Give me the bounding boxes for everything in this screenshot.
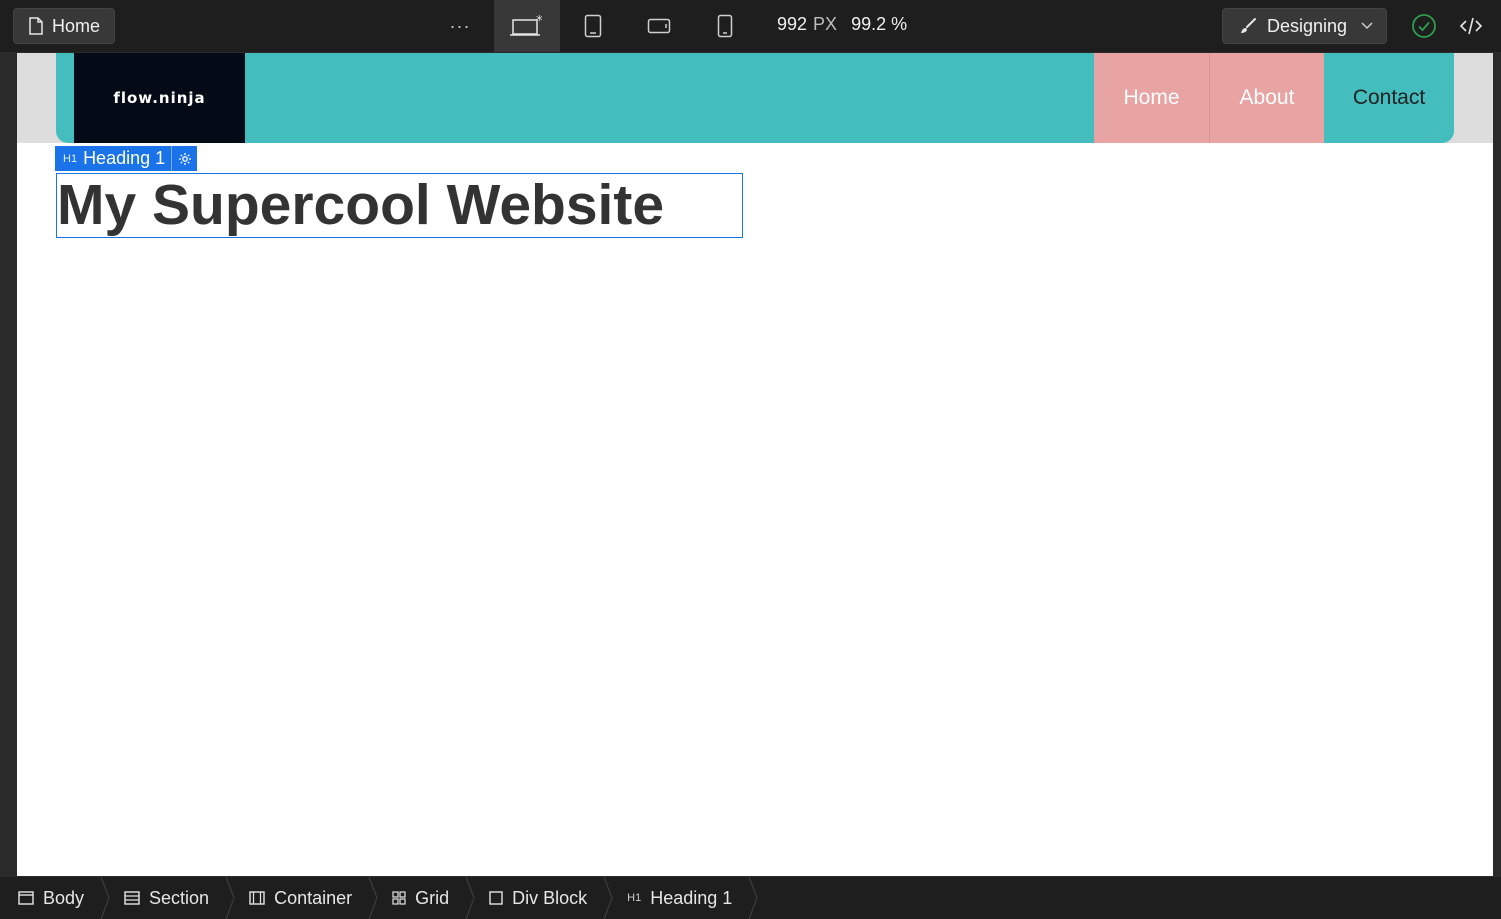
more-options-button[interactable]: ··· [442, 8, 478, 44]
more-icon: ··· [449, 15, 471, 36]
tablet-icon [584, 14, 602, 38]
breadcrumb-div-block[interactable]: Div Block [471, 877, 613, 919]
mobile-landscape-icon [647, 18, 671, 34]
design-canvas[interactable]: flow.ninja Home About Contact H1 Heading… [17, 53, 1493, 876]
element-breadcrumb-bar: Body Section Container Grid Div Block H1… [0, 876, 1501, 919]
canvas-zoom-value: 99.2 % [851, 14, 908, 34]
grid-icon [392, 891, 406, 905]
mobile-portrait-icon [717, 14, 733, 38]
brand-logo-text: flow.ninja [113, 89, 206, 107]
page-label: Home [52, 15, 101, 36]
nav-link-about-label: About [1239, 86, 1295, 109]
h1-icon: H1 [627, 892, 642, 904]
breadcrumb-heading-1-label: Heading 1 [650, 887, 733, 908]
breadcrumb-container-label: Container [274, 887, 353, 908]
canvas-width-unit: PX [813, 14, 838, 34]
div-block-icon [489, 891, 503, 905]
device-desktop-button[interactable]: * [494, 0, 560, 52]
nav-link-home[interactable]: Home [1094, 53, 1210, 143]
chevron-down-icon [1361, 22, 1373, 30]
breadcrumb-body-label: Body [43, 887, 85, 908]
desktop-base-icon: * [510, 15, 543, 36]
device-mobile-portrait-button[interactable] [692, 0, 758, 52]
nav-link-home-label: Home [1123, 86, 1180, 109]
breadcrumb-section-label: Section [149, 887, 210, 908]
device-tablet-button[interactable] [560, 0, 626, 52]
breadcrumb-container[interactable]: Container [231, 877, 378, 919]
canvas-width-value: 992 [777, 14, 808, 34]
selected-element-name: Heading 1 [83, 148, 166, 168]
brush-icon [1241, 18, 1256, 33]
nav-link-contact[interactable]: Contact [1324, 53, 1454, 143]
mode-dropdown[interactable]: Designing [1222, 8, 1387, 44]
page-icon [29, 17, 43, 35]
page-selector-button[interactable]: Home [13, 8, 115, 44]
body-icon [18, 891, 34, 905]
breadcrumb-body[interactable]: Body [0, 877, 110, 919]
site-navbar[interactable]: flow.ninja Home About Contact [56, 53, 1454, 143]
breadcrumb-heading-1[interactable]: H1 Heading 1 [609, 877, 758, 919]
nav-link-contact-label: Contact [1352, 86, 1426, 109]
breadcrumb-grid-label: Grid [415, 887, 450, 908]
breadcrumb-grid[interactable]: Grid [374, 877, 475, 919]
nav-section[interactable]: flow.ninja Home About Contact [17, 53, 1493, 143]
selected-element-tag: H1 [63, 152, 78, 165]
device-mobile-landscape-button[interactable] [626, 0, 692, 52]
code-export-icon[interactable] [1459, 14, 1483, 38]
top-toolbar: Home ··· * 992 PX 99.2 % Designing [0, 0, 1501, 53]
element-settings-gear-icon[interactable] [171, 146, 197, 171]
selected-element-label[interactable]: H1 Heading 1 [55, 146, 198, 171]
page-heading[interactable]: My Supercool Website [57, 171, 664, 239]
section-icon [124, 891, 140, 905]
publish-status-check-icon[interactable] [1411, 13, 1437, 39]
svg-text:*: * [536, 15, 543, 29]
nav-link-about[interactable]: About [1210, 53, 1324, 143]
breadcrumb-div-block-label: Div Block [512, 887, 588, 908]
brand-logo[interactable]: flow.ninja [74, 53, 245, 143]
container-icon [249, 891, 265, 905]
mode-label: Designing [1267, 15, 1348, 36]
canvas-frame: flow.ninja Home About Contact H1 Heading… [0, 53, 1501, 876]
breadcrumb-separator-icon [748, 877, 758, 919]
breadcrumb-section[interactable]: Section [106, 877, 235, 919]
canvas-size-readout[interactable]: 992 PX 99.2 % [777, 14, 907, 35]
